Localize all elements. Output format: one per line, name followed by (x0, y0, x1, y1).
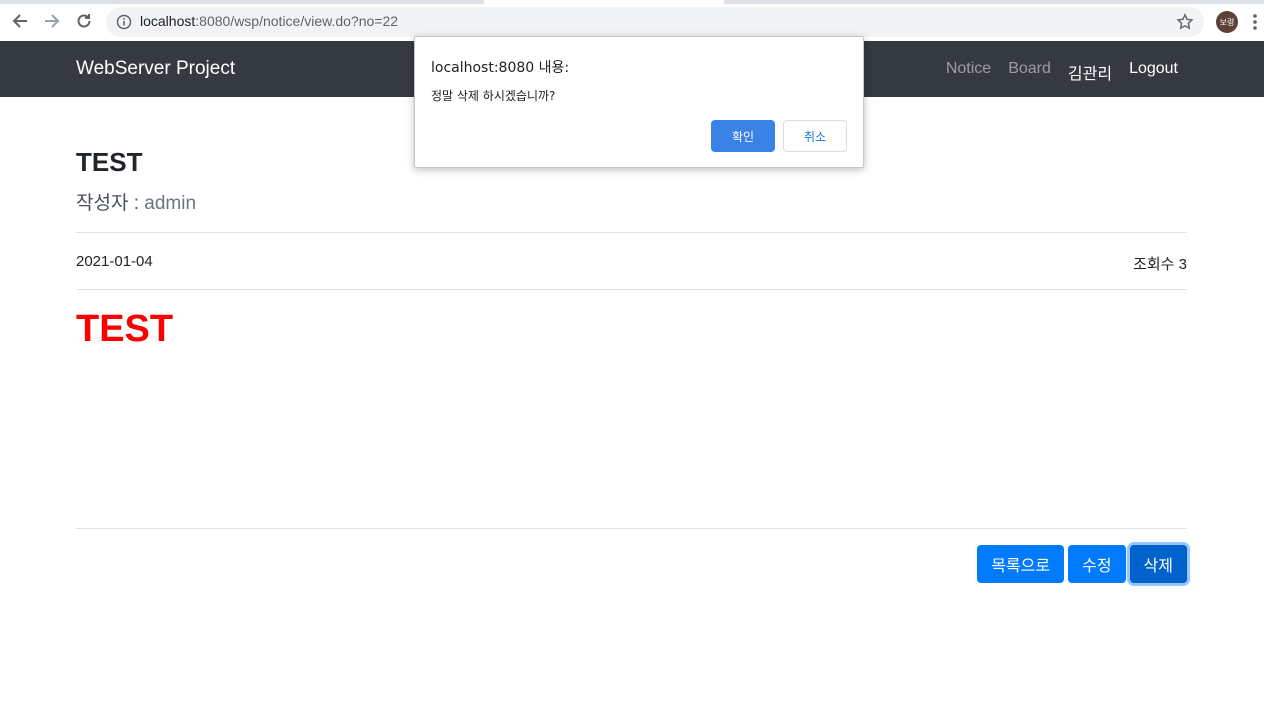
url-path: :8080/wsp/notice/view.do?no=22 (195, 13, 399, 29)
author-name: admin (144, 193, 197, 214)
author-label: 작성자 : (76, 193, 145, 214)
browser-toolbar: localhost:8080/wsp/notice/view.do?no=22 … (0, 0, 1264, 41)
delete-button[interactable]: 삭제 (1129, 545, 1187, 583)
nav-notice[interactable]: Notice (946, 60, 991, 84)
nav-logout[interactable]: Logout (1129, 60, 1178, 84)
post-views: 조회수 3 (1133, 256, 1187, 273)
dialog-message: 정말 삭제 하시겠습니까? (431, 89, 556, 103)
brand-link[interactable]: WebServer Project (76, 58, 235, 80)
tab-strip (0, 0, 1264, 4)
divider (76, 528, 1187, 529)
nav-user-name[interactable]: 김관리 (1068, 60, 1112, 84)
action-buttons: 목록으로 수정 삭제 (977, 545, 1187, 583)
divider (76, 289, 1187, 290)
reload-icon[interactable] (73, 10, 95, 32)
nav-board[interactable]: Board (1008, 60, 1051, 84)
confirm-dialog: localhost:8080 내용: 정말 삭제 하시겠습니까? 확인 취소 (414, 36, 864, 168)
address-bar[interactable]: localhost:8080/wsp/notice/view.do?no=22 (106, 7, 1204, 37)
confirm-ok-button[interactable]: 확인 (711, 120, 775, 152)
browser-menu-icon[interactable] (1251, 12, 1259, 32)
url-host: localhost (140, 13, 196, 29)
confirm-cancel-button[interactable]: 취소 (783, 120, 847, 152)
post-author: 작성자 : admin (76, 188, 196, 215)
edit-button[interactable]: 수정 (1068, 545, 1126, 583)
site-info-icon[interactable] (116, 14, 132, 30)
post-body: TEST (76, 308, 174, 350)
dialog-title: localhost:8080 내용: (431, 60, 570, 76)
list-button[interactable]: 목록으로 (977, 545, 1065, 583)
post-title: TEST (76, 147, 143, 177)
forward-arrow-icon[interactable] (41, 10, 63, 32)
divider (76, 232, 1187, 233)
back-arrow-icon[interactable] (9, 10, 31, 32)
nav-links: Notice Board 김관리 Logout (946, 60, 1178, 84)
post-date: 2021-01-04 (76, 253, 153, 270)
bookmark-star-icon[interactable] (1176, 13, 1194, 31)
url-text[interactable]: localhost:8080/wsp/notice/view.do?no=22 (140, 13, 398, 29)
profile-avatar[interactable]: 보령 (1216, 11, 1238, 33)
